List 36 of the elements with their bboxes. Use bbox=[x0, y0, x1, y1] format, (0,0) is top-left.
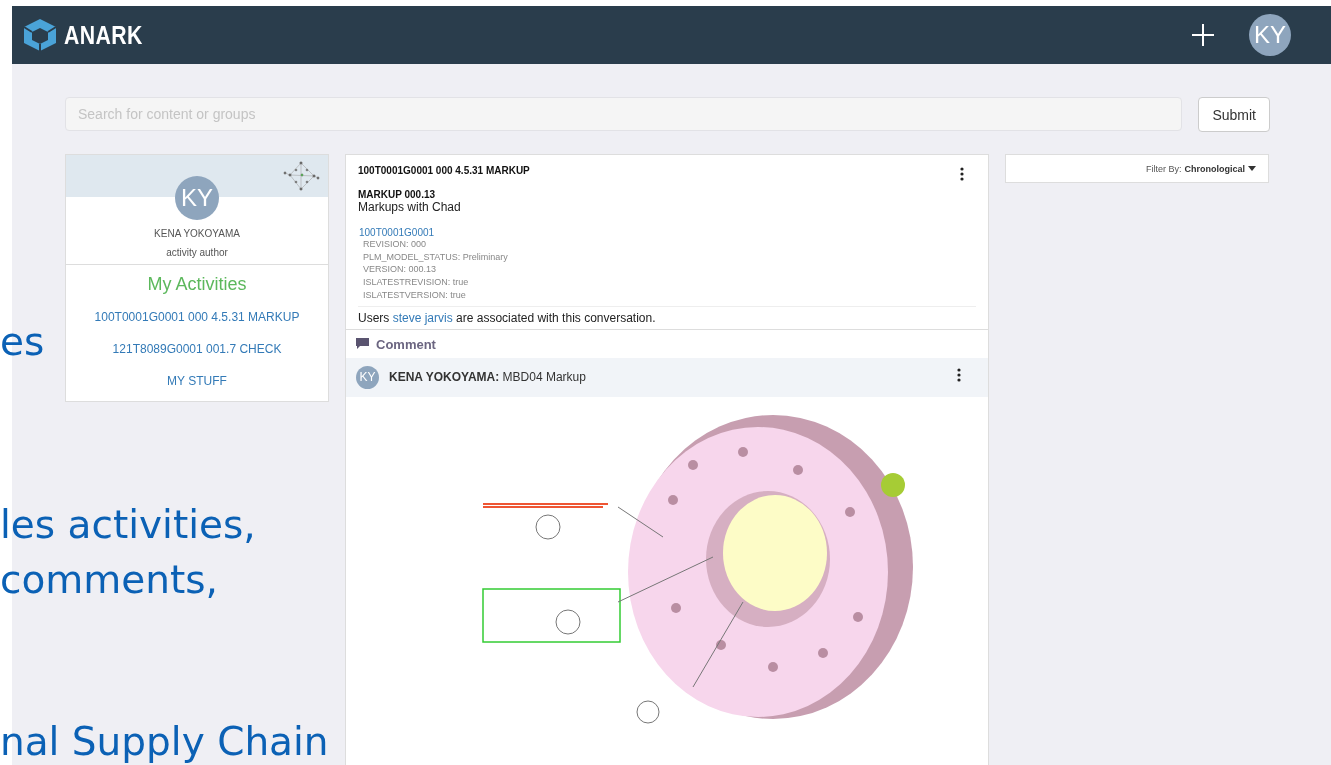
activities-heading: My Activities bbox=[146, 274, 248, 295]
filter-dropdown[interactable]: Filter By: Chronological bbox=[1005, 154, 1269, 183]
property-text: ISLATESTVERSION: true bbox=[362, 288, 467, 302]
property-text: VERSION: 000.13 bbox=[362, 263, 438, 277]
comment-icon bbox=[356, 338, 369, 350]
activity-link[interactable]: MY STUFF bbox=[66, 365, 328, 397]
more-options-icon[interactable] bbox=[957, 367, 961, 382]
part-link[interactable]: 100T0001G0001 bbox=[358, 227, 976, 238]
cube-logo-icon bbox=[22, 18, 58, 52]
post-subtitle: MARKUP 000.13 bbox=[358, 189, 436, 200]
slide-text: es bbox=[0, 322, 45, 361]
post-title: 100T0001G0001 000 4.5.31 MARKUP bbox=[358, 165, 530, 176]
comment-avatar: KY bbox=[356, 365, 379, 389]
slide-text: comments, bbox=[0, 560, 218, 599]
activity-link[interactable]: 100T0001G0001 000 4.5.31 MARKUP bbox=[66, 301, 328, 333]
slide-text: les activities, bbox=[0, 505, 256, 544]
users-sentence: Users steve jarvis are associated with this conversation. bbox=[358, 305, 976, 329]
network-graph-icon bbox=[282, 161, 320, 191]
activity-link[interactable]: 121T8089G0001 001.7 CHECK bbox=[66, 333, 328, 365]
property-text: REVISION: 000 bbox=[362, 238, 428, 251]
more-options-icon[interactable] bbox=[960, 167, 964, 181]
submit-button[interactable]: Submit bbox=[1198, 97, 1270, 132]
profile-avatar: KY bbox=[175, 176, 219, 220]
plus-icon[interactable] bbox=[1191, 23, 1215, 47]
profile-name: KENA YOKOYAMA bbox=[154, 228, 240, 239]
user-link[interactable]: steve jarvis bbox=[392, 310, 453, 325]
user-avatar[interactable]: KY bbox=[1249, 14, 1291, 56]
slide-text: nal Supply Chain bbox=[0, 722, 329, 761]
comment-text: KENA YOKOYAMA: MBD04 Markup bbox=[389, 370, 586, 384]
caret-icon bbox=[1248, 166, 1256, 171]
property-text: ISLATESTREVISION: true bbox=[362, 276, 470, 289]
comment-heading: Comment bbox=[376, 336, 436, 352]
property-text: PLM_MODEL_STATUS: Preliminary bbox=[362, 250, 509, 264]
profile-role: activity author bbox=[166, 247, 228, 258]
post-description: Markups with Chad bbox=[358, 200, 462, 214]
brand-logo: ANARK bbox=[64, 20, 143, 50]
